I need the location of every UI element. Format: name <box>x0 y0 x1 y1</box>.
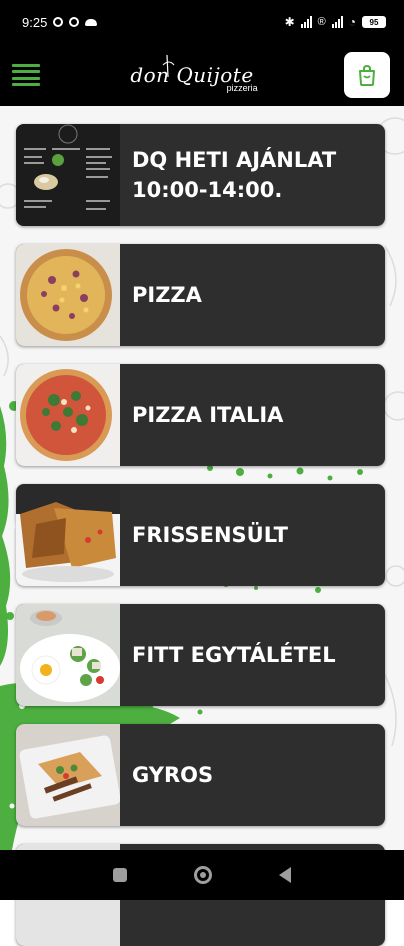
recents-icon[interactable] <box>113 868 128 882</box>
category-label: DQ HETI AJÁNLAT 10:00-14:00. <box>132 147 337 202</box>
signal-2-icon <box>331 16 343 28</box>
weekly-offer-thumbnail <box>16 124 120 226</box>
app-header: don Quijote pizzeria <box>0 44 404 106</box>
logo: don Quijote pizzeria <box>130 54 258 93</box>
registered-icon: ® <box>317 16 326 28</box>
pizza-italia-thumbnail <box>16 364 120 466</box>
quijote-figure-icon <box>162 54 175 78</box>
system-nav-bar <box>0 850 404 900</box>
gyros-thumbnail <box>16 724 120 826</box>
pizza-thumbnail <box>16 244 120 346</box>
category-card-pizza-italia[interactable]: PIZZA ITALIA <box>16 364 385 466</box>
shopping-bag-icon <box>359 64 375 86</box>
home-icon[interactable] <box>193 866 212 884</box>
fitt-egytaletel-thumbnail <box>16 604 120 706</box>
battery-level: 95 <box>369 17 379 27</box>
category-card-fitt-egytaletel[interactable]: FITT EGYTÁLÉTEL <box>16 604 385 706</box>
status-bar: 9:25 ✱ ® ◔ 95 <box>0 0 404 44</box>
category-card-weekly-offer[interactable]: DQ HETI AJÁNLAT 10:00-14:00. <box>16 124 385 226</box>
frissensult-thumbnail <box>16 484 120 586</box>
signal-icon <box>300 16 312 28</box>
bluetooth-icon: ✱ <box>284 15 295 29</box>
status-time: 9:25 <box>22 14 48 30</box>
category-label: PIZZA ITALIA <box>132 402 284 427</box>
category-card-frissensult[interactable]: FRISSENSÜLT <box>16 484 385 586</box>
alarm-icon <box>53 17 64 27</box>
category-label: GYROS <box>132 762 214 787</box>
category-card-pizza[interactable]: PIZZA <box>16 244 385 346</box>
cloud-icon <box>85 18 98 26</box>
battery-icon: 95 <box>362 16 386 28</box>
cart-button[interactable] <box>344 52 390 98</box>
category-card-gyros[interactable]: GYROS <box>16 724 385 826</box>
sync-icon <box>69 17 80 27</box>
category-label: PIZZA <box>132 282 202 307</box>
wifi-icon: ◔ <box>348 15 356 29</box>
hamburger-menu-icon[interactable] <box>12 64 40 86</box>
category-label: FITT EGYTÁLÉTEL <box>132 642 336 667</box>
category-label: FRISSENSÜLT <box>132 522 288 547</box>
logo-subtitle: pizzeria <box>226 83 258 93</box>
back-icon[interactable] <box>278 867 291 883</box>
